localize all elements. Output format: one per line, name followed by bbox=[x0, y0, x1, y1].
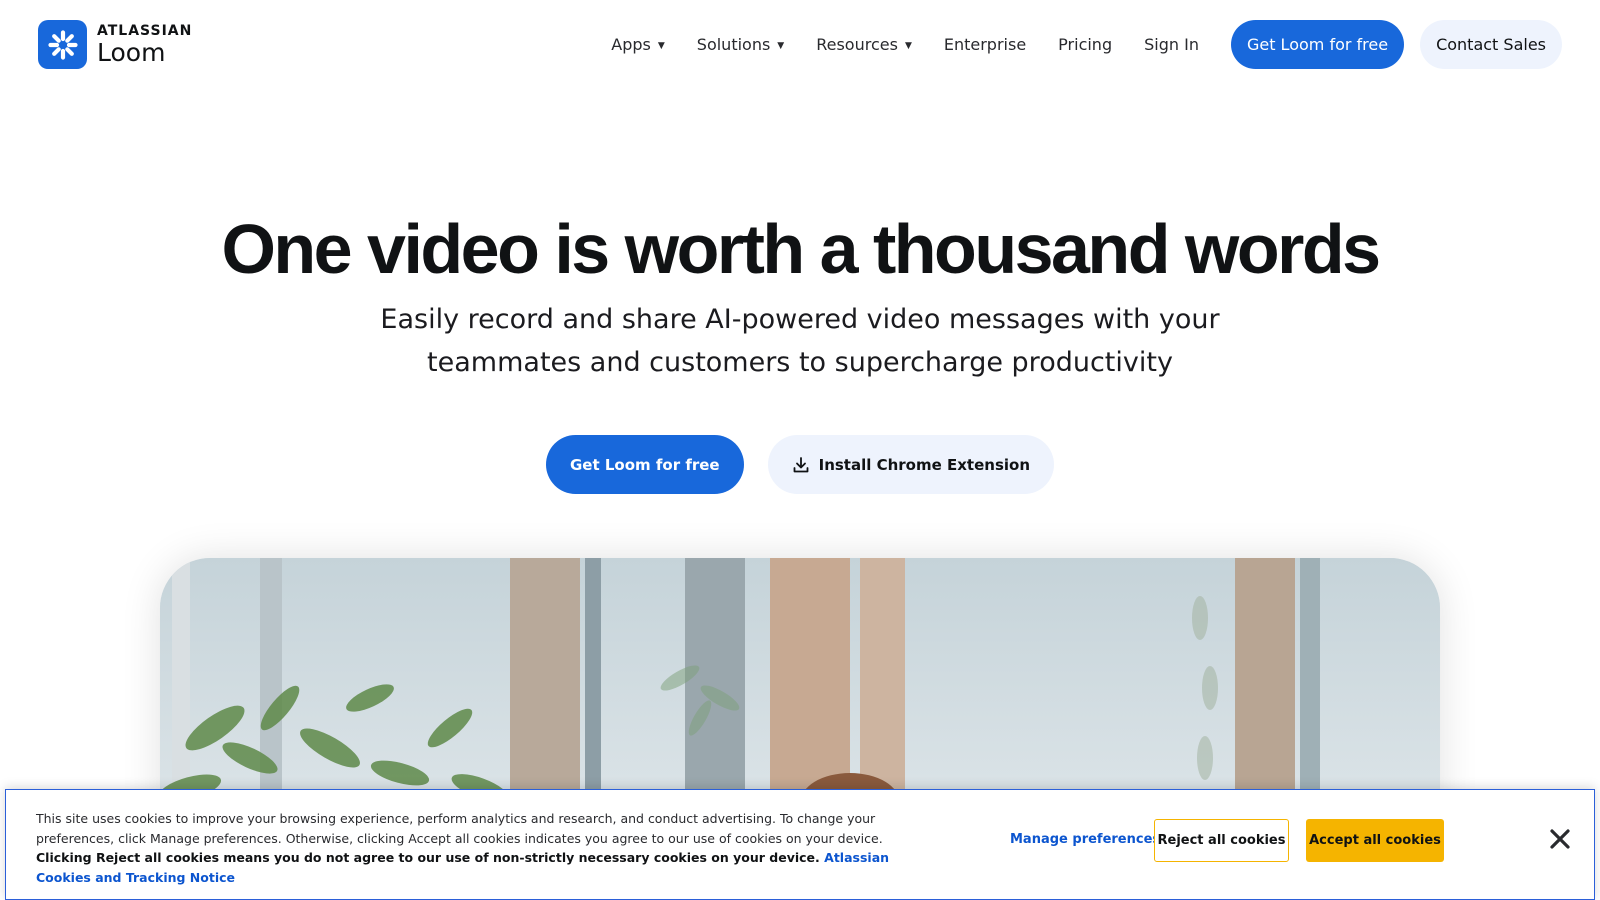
nav-item-solutions[interactable]: Solutions ▼ bbox=[697, 35, 784, 54]
nav-item-pricing[interactable]: Pricing bbox=[1058, 35, 1112, 54]
cookie-notice-text: This site uses cookies to improve your b… bbox=[36, 811, 890, 885]
hero-cta-row: Get Loom for free Install Chrome Extensi… bbox=[0, 435, 1600, 494]
nav-item-resources[interactable]: Resources ▼ bbox=[816, 35, 912, 54]
close-icon[interactable] bbox=[1547, 826, 1573, 852]
logo-company-name: ATLASSIAN bbox=[97, 23, 193, 39]
cookie-notice-intro: This site uses cookies to improve your b… bbox=[36, 811, 883, 846]
cookie-consent-banner: This site uses cookies to improve your b… bbox=[5, 789, 1595, 900]
reject-all-cookies-button[interactable]: Reject all cookies bbox=[1154, 819, 1289, 862]
download-icon bbox=[793, 456, 809, 472]
nav-item-label: Sign In bbox=[1144, 35, 1199, 54]
cookie-notice-reject-info: Clicking Reject all cookies means you do… bbox=[36, 850, 816, 865]
loom-asterisk-icon bbox=[38, 20, 87, 69]
install-chrome-extension-button[interactable]: Install Chrome Extension bbox=[767, 435, 1055, 494]
caret-down-icon: ▼ bbox=[904, 41, 912, 51]
site-header: ATLASSIAN Loom Apps ▼ Solutions ▼ Resour… bbox=[0, 0, 1600, 90]
hero-title: One video is worth a thousand words bbox=[221, 210, 1381, 288]
hero-get-loom-button[interactable]: Get Loom for free bbox=[545, 435, 744, 494]
logo-wordmark: ATLASSIAN Loom bbox=[97, 24, 192, 65]
main-nav: Apps ▼ Solutions ▼ Resources ▼ Enterpris… bbox=[611, 20, 1562, 69]
contact-sales-button[interactable]: Contact Sales bbox=[1420, 20, 1562, 69]
caret-down-icon: ▼ bbox=[657, 41, 665, 51]
install-chrome-extension-label: Install Chrome Extension bbox=[818, 455, 1031, 474]
atlassian-loom-logo[interactable]: ATLASSIAN Loom bbox=[38, 20, 192, 69]
hero-subtitle: Easily record and share AI-powered video… bbox=[380, 304, 1220, 378]
nav-item-label: Pricing bbox=[1058, 35, 1113, 54]
nav-item-label: Resources bbox=[816, 35, 898, 54]
caret-down-icon: ▼ bbox=[777, 41, 785, 51]
manage-preferences-button[interactable]: Manage preferences bbox=[1010, 830, 1160, 850]
accept-all-cookies-button[interactable]: Accept all cookies bbox=[1306, 819, 1444, 862]
nav-item-sign-in[interactable]: Sign In bbox=[1144, 35, 1199, 54]
nav-item-label: Apps bbox=[611, 35, 651, 54]
nav-item-label: Solutions bbox=[696, 35, 771, 54]
logo-product-name: Loom bbox=[97, 38, 166, 67]
nav-item-apps[interactable]: Apps ▼ bbox=[611, 35, 665, 54]
header-get-loom-button[interactable]: Get Loom for free bbox=[1230, 20, 1405, 69]
nav-item-enterprise[interactable]: Enterprise bbox=[944, 35, 1026, 54]
nav-item-label: Enterprise bbox=[943, 35, 1027, 54]
